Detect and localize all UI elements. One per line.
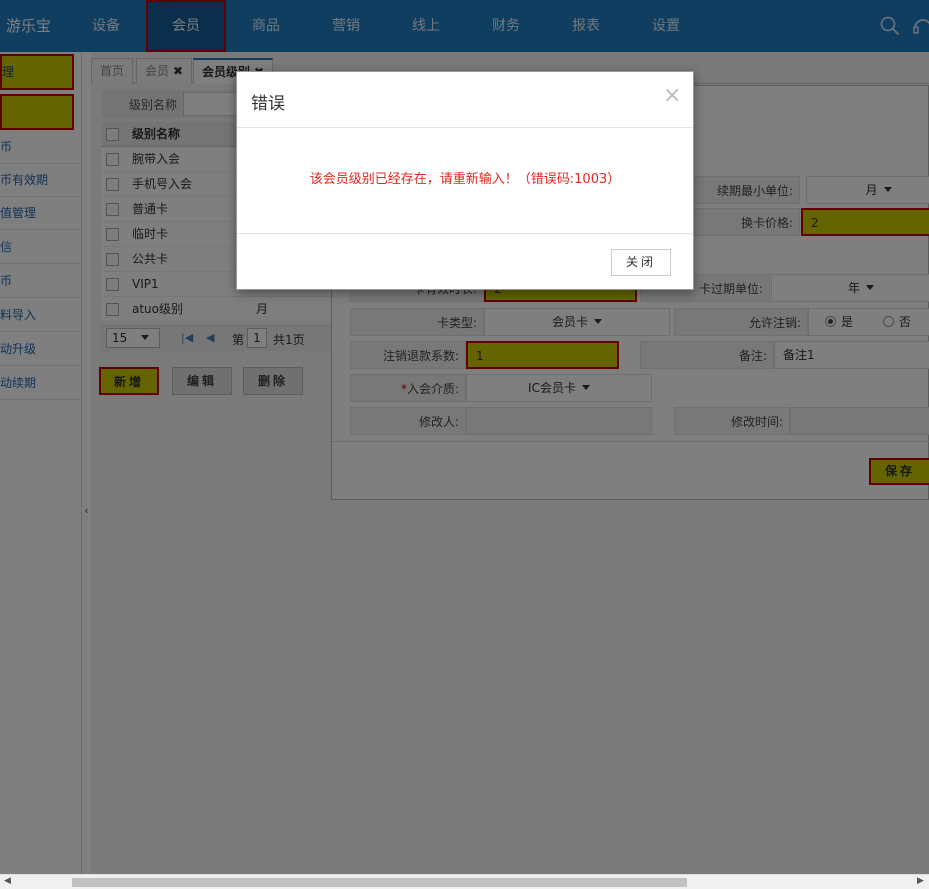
dialog-footer: 关闭 [237, 233, 693, 289]
error-dialog: 错误 × 该会员级别已经存在，请重新输入！（错误码:1003） 关闭 [236, 71, 694, 290]
close-icon[interactable]: × [663, 85, 681, 107]
scrollbar-thumb[interactable] [72, 878, 687, 887]
horizontal-scrollbar[interactable]: ◀ ▶ [0, 874, 929, 889]
scroll-right-icon[interactable]: ▶ [917, 876, 924, 886]
scroll-left-icon[interactable]: ◀ [4, 876, 11, 886]
dialog-header: 错误 × [237, 72, 693, 128]
close-button[interactable]: 关闭 [611, 249, 671, 276]
dialog-title: 错误 [251, 94, 285, 114]
dialog-body: 该会员级别已经存在，请重新输入！（错误码:1003） [237, 128, 693, 233]
error-message: 该会员级别已经存在，请重新输入！（错误码:1003） [309, 172, 621, 187]
